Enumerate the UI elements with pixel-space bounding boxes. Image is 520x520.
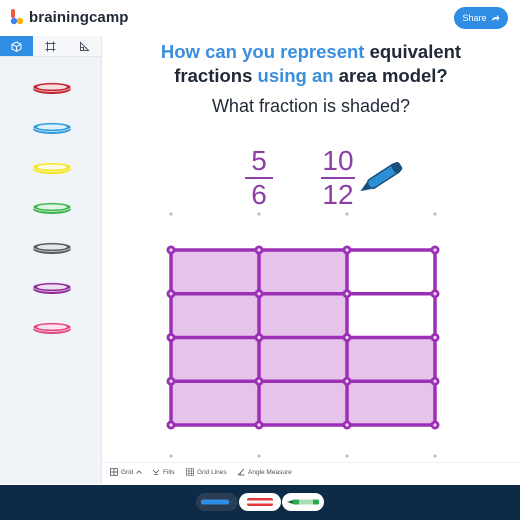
question-title: How can you represent equivalent fractio… xyxy=(102,40,520,88)
grid-lines-icon xyxy=(186,468,194,476)
angle-icon xyxy=(79,40,90,52)
pen-tool-button[interactable] xyxy=(196,493,238,511)
tab-objects[interactable] xyxy=(0,36,33,56)
sidebar-tabs xyxy=(0,36,101,57)
angle-measure-tool-label: Angle Measure xyxy=(248,468,292,476)
canvas-toolbar: Grid Fills Grid Lines Angle Measure xyxy=(102,462,520,485)
title-highlight-2: using an xyxy=(257,65,334,86)
title-text-3: area model? xyxy=(333,65,448,86)
eraser-tool-button[interactable] xyxy=(239,493,281,511)
grid-icon xyxy=(110,468,118,476)
grid-tool-label: Grid xyxy=(121,468,134,476)
logo-icon xyxy=(10,8,24,26)
highlighter-tool-button[interactable] xyxy=(282,493,324,511)
title-text-2: fractions xyxy=(174,65,258,86)
brand-logo[interactable]: brainingcamp xyxy=(10,8,129,26)
footer-dock xyxy=(0,485,520,520)
green-marker[interactable] xyxy=(31,201,73,215)
tab-angle[interactable] xyxy=(68,36,101,56)
share-label: Share xyxy=(462,13,487,23)
share-button[interactable]: Share xyxy=(454,7,508,29)
marker-sidebar xyxy=(0,36,102,484)
grid-tool[interactable]: Grid xyxy=(110,468,143,476)
brand-name: brainingcamp xyxy=(29,8,129,26)
cube-icon xyxy=(11,40,22,52)
pink-marker[interactable] xyxy=(31,321,73,335)
title-text-1: equivalent xyxy=(369,41,462,62)
angle-measure-tool[interactable]: Angle Measure xyxy=(237,468,292,476)
question-subtitle: What fraction is shaded? xyxy=(211,96,411,116)
purple-marker[interactable] xyxy=(31,281,73,295)
pen-icon xyxy=(201,499,233,505)
blue-marker[interactable] xyxy=(31,121,73,135)
tab-frame[interactable] xyxy=(34,36,67,56)
fill-icon xyxy=(152,468,160,476)
chevron-up-icon xyxy=(136,470,143,474)
top-bar: brainingcamp Share xyxy=(0,0,520,36)
yellow-marker[interactable] xyxy=(31,161,73,175)
highlighter-icon xyxy=(287,499,319,505)
share-arrow-icon xyxy=(491,14,500,22)
fills-tool[interactable]: Fills xyxy=(152,468,175,476)
eraser-icon xyxy=(247,498,273,506)
title-highlight-1: How can you represent xyxy=(160,41,370,62)
fills-tool-label: Fills xyxy=(163,468,175,476)
angle-measure-icon xyxy=(237,468,245,476)
gray-marker[interactable] xyxy=(31,241,73,255)
frame-icon xyxy=(45,41,56,52)
grid-lines-tool[interactable]: Grid Lines xyxy=(186,468,227,476)
red-marker[interactable] xyxy=(31,81,73,95)
grid-lines-tool-label: Grid Lines xyxy=(197,468,227,476)
